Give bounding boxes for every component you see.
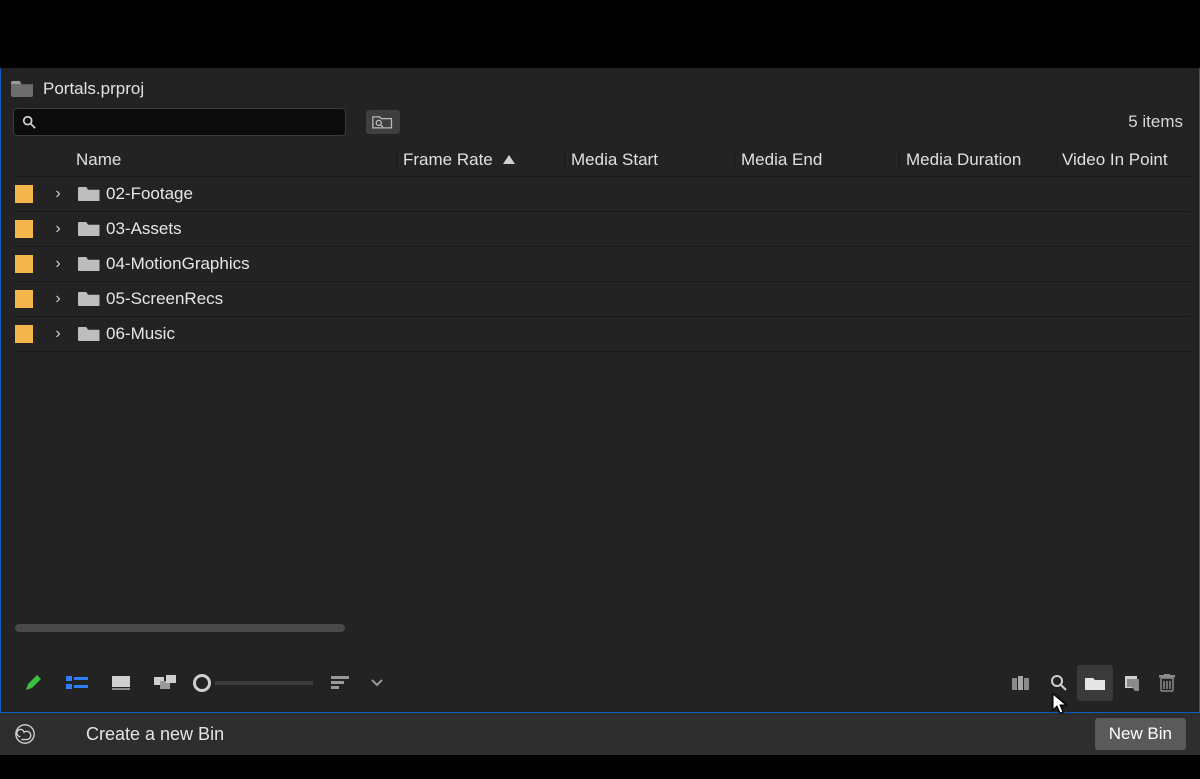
pencil-icon [23, 673, 43, 693]
new-item-button[interactable] [1113, 665, 1149, 701]
filmstrip-icon [1012, 675, 1034, 691]
zoom-knob[interactable] [193, 674, 211, 692]
column-header-media-duration[interactable]: Media Duration [900, 150, 1058, 170]
bin-icon [78, 222, 100, 236]
expand-toggle[interactable]: › [45, 185, 71, 203]
new-item-icon [1121, 674, 1141, 692]
automate-to-sequence-button[interactable] [1005, 665, 1041, 701]
sort-ascending-icon [503, 155, 515, 164]
zoom-slider[interactable] [193, 674, 313, 692]
label-chip[interactable] [15, 255, 33, 273]
items-count: 5 items [1128, 112, 1187, 132]
filter-bin-button[interactable] [366, 110, 400, 134]
column-header-media-start[interactable]: Media Start [565, 150, 735, 170]
label-chip[interactable] [15, 325, 33, 343]
bin-icon [78, 257, 100, 271]
bin-name: 05-ScreenRecs [106, 289, 1191, 309]
column-headers: Name Frame Rate Media Start Media End Me… [15, 143, 1191, 177]
new-bin-button[interactable] [1077, 665, 1113, 701]
label-chip[interactable] [15, 290, 33, 308]
scrollbar-thumb[interactable] [15, 624, 345, 632]
bin-icon [78, 187, 100, 201]
project-icon [11, 81, 33, 97]
column-header-media-end[interactable]: Media End [735, 150, 900, 170]
bin-name: 06-Music [106, 324, 1191, 344]
expand-toggle[interactable]: › [45, 325, 71, 343]
chevron-right-icon: › [55, 255, 60, 273]
freeform-view-button[interactable] [147, 665, 183, 701]
bin-row[interactable]: › 04-MotionGraphics [15, 247, 1191, 282]
search-icon [1050, 674, 1068, 692]
expand-toggle[interactable]: › [45, 220, 71, 238]
bin-name: 04-MotionGraphics [106, 254, 1191, 274]
chevron-right-icon: › [55, 325, 60, 343]
chevron-right-icon: › [55, 290, 60, 308]
bin-list: › 02-Footage › 03-Assets › 04-MotionGrap… [15, 177, 1191, 352]
zoom-track [215, 681, 313, 685]
sort-menu-button[interactable] [359, 665, 395, 701]
chevron-right-icon: › [55, 220, 60, 238]
new-bin-icon [1084, 675, 1106, 691]
chevron-down-icon [371, 679, 383, 687]
sort-button[interactable] [323, 665, 359, 701]
column-header-video-in-point[interactable]: Video In Point [1058, 150, 1186, 170]
horizontal-scrollbar[interactable] [15, 624, 1191, 634]
write-toggle-button[interactable] [15, 665, 51, 701]
bin-row[interactable]: › 03-Assets [15, 212, 1191, 247]
column-header-frame-rate[interactable]: Frame Rate [397, 150, 565, 170]
expand-toggle[interactable]: › [45, 290, 71, 308]
bin-icon [78, 292, 100, 306]
delete-button[interactable] [1149, 665, 1185, 701]
icon-view-button[interactable] [103, 665, 139, 701]
project-panel: Portals.prproj 5 items Name Frame Rate M… [0, 68, 1200, 713]
trash-icon [1159, 674, 1175, 692]
sort-icon [331, 676, 351, 690]
expand-toggle[interactable]: › [45, 255, 71, 273]
creative-cloud-icon [14, 723, 36, 745]
bin-icon [78, 327, 100, 341]
tutorial-action-button[interactable]: New Bin [1095, 718, 1186, 750]
list-view-button[interactable] [59, 665, 95, 701]
chevron-right-icon: › [55, 185, 60, 203]
filter-bin-icon [372, 114, 394, 130]
search-row: 5 items [1, 109, 1199, 143]
label-chip[interactable] [15, 220, 33, 238]
project-name: Portals.prproj [43, 79, 144, 99]
search-icon [22, 115, 36, 129]
icon-view-icon [112, 676, 130, 690]
column-header-name[interactable]: Name [70, 150, 397, 170]
find-button[interactable] [1041, 665, 1077, 701]
search-field[interactable] [13, 108, 346, 136]
bin-name: 02-Footage [106, 184, 1191, 204]
tutorial-bar: Create a new Bin New Bin [0, 713, 1200, 755]
bin-row[interactable]: › 05-ScreenRecs [15, 282, 1191, 317]
panel-footer [1, 652, 1199, 712]
bin-row[interactable]: › 06-Music [15, 317, 1191, 352]
panel-header: Portals.prproj [1, 69, 1199, 109]
bin-name: 03-Assets [106, 219, 1191, 239]
label-chip[interactable] [15, 185, 33, 203]
search-input[interactable] [42, 114, 337, 130]
bin-row[interactable]: › 02-Footage [15, 177, 1191, 212]
tutorial-hint: Create a new Bin [86, 724, 224, 745]
list-view-icon [66, 675, 88, 691]
freeform-view-icon [154, 675, 176, 691]
